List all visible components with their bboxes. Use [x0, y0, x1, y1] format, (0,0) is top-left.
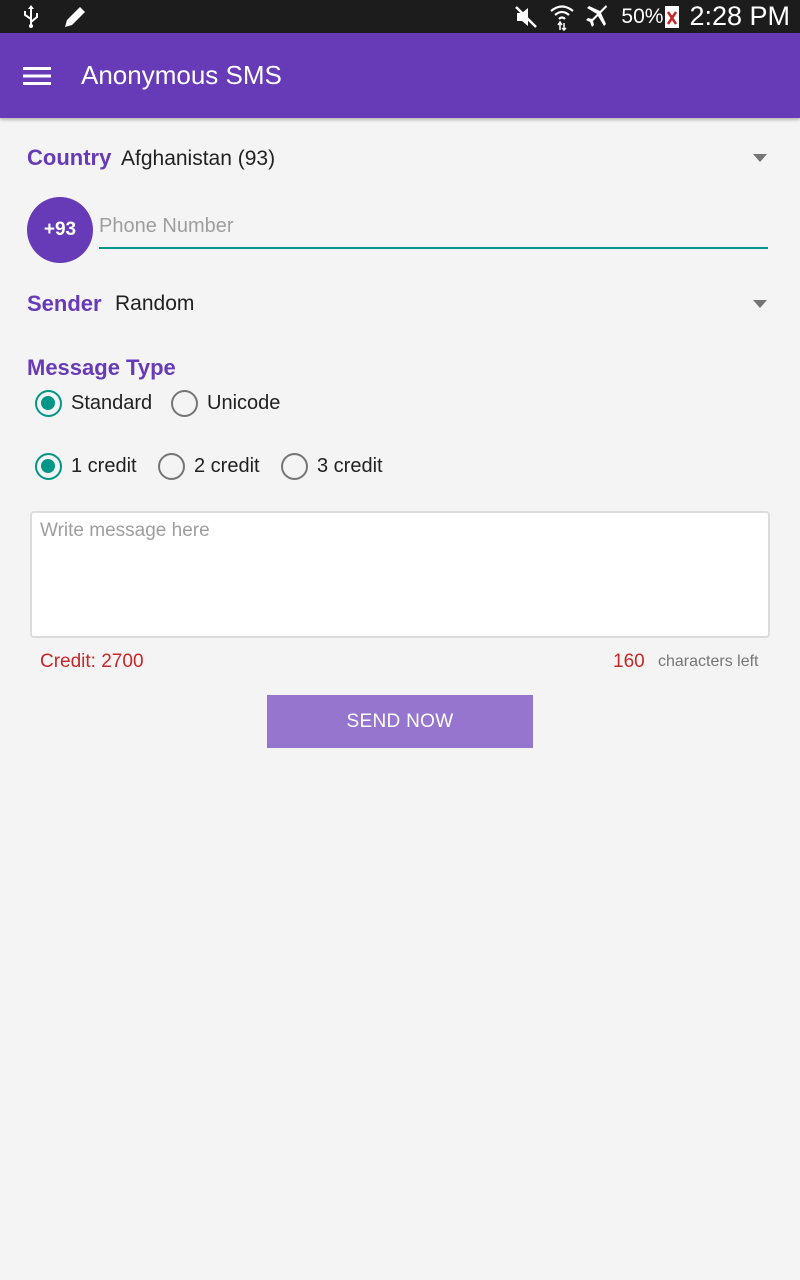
- message-type-label: Message Type: [27, 355, 176, 380]
- battery-percent: 50%: [621, 4, 664, 28]
- radio-unchecked-icon: [281, 453, 308, 480]
- airplane-mode-icon: [585, 4, 611, 30]
- radio-unicode[interactable]: Unicode: [171, 390, 280, 417]
- hamburger-menu-icon: [23, 67, 51, 85]
- phone-number-input[interactable]: [99, 205, 768, 249]
- radio-label: Unicode: [207, 392, 281, 414]
- radio-standard[interactable]: Standard: [35, 390, 152, 417]
- radio-unchecked-icon: [171, 390, 198, 417]
- sender-value: Random: [115, 292, 195, 315]
- radio-unchecked-icon: [158, 453, 185, 480]
- app-title: Anonymous SMS: [81, 60, 282, 90]
- status-bar: 50% 2:28 PM: [0, 0, 800, 33]
- message-input[interactable]: [30, 511, 770, 638]
- country-code-badge: +93: [27, 197, 93, 263]
- edit-pencil-icon: [62, 4, 88, 30]
- chevron-down-icon: [753, 300, 767, 308]
- radio-1-credit[interactable]: 1 credit: [35, 453, 137, 480]
- characters-left-label: characters left: [658, 653, 759, 670]
- battery-icon: [665, 5, 680, 28]
- send-now-button[interactable]: SEND NOW: [267, 695, 533, 748]
- radio-checked-icon: [35, 390, 62, 417]
- radio-label: 2 credit: [194, 455, 260, 477]
- chevron-down-icon: [753, 154, 767, 162]
- credit-balance: Credit: 2700: [40, 651, 144, 672]
- radio-2-credit[interactable]: 2 credit: [158, 453, 260, 480]
- characters-left-count: 160: [613, 651, 645, 672]
- country-value: Afghanistan (93): [121, 147, 276, 170]
- clock: 2:28 PM: [689, 1, 790, 31]
- app-bar: Anonymous SMS: [0, 33, 800, 118]
- usb-icon: [18, 4, 44, 30]
- radio-label: 1 credit: [71, 455, 137, 477]
- radio-checked-icon: [35, 453, 62, 480]
- wifi-icon: [549, 4, 575, 31]
- radio-3-credit[interactable]: 3 credit: [281, 453, 383, 480]
- sender-dropdown[interactable]: Sender Random: [20, 280, 780, 330]
- radio-label: Standard: [71, 392, 153, 414]
- country-label: Country: [27, 145, 112, 170]
- mute-icon: [513, 4, 539, 30]
- menu-button[interactable]: [22, 61, 52, 91]
- country-dropdown[interactable]: Country Afghanistan (93): [20, 134, 780, 184]
- radio-label: 3 credit: [317, 455, 383, 477]
- sender-label: Sender: [27, 291, 102, 316]
